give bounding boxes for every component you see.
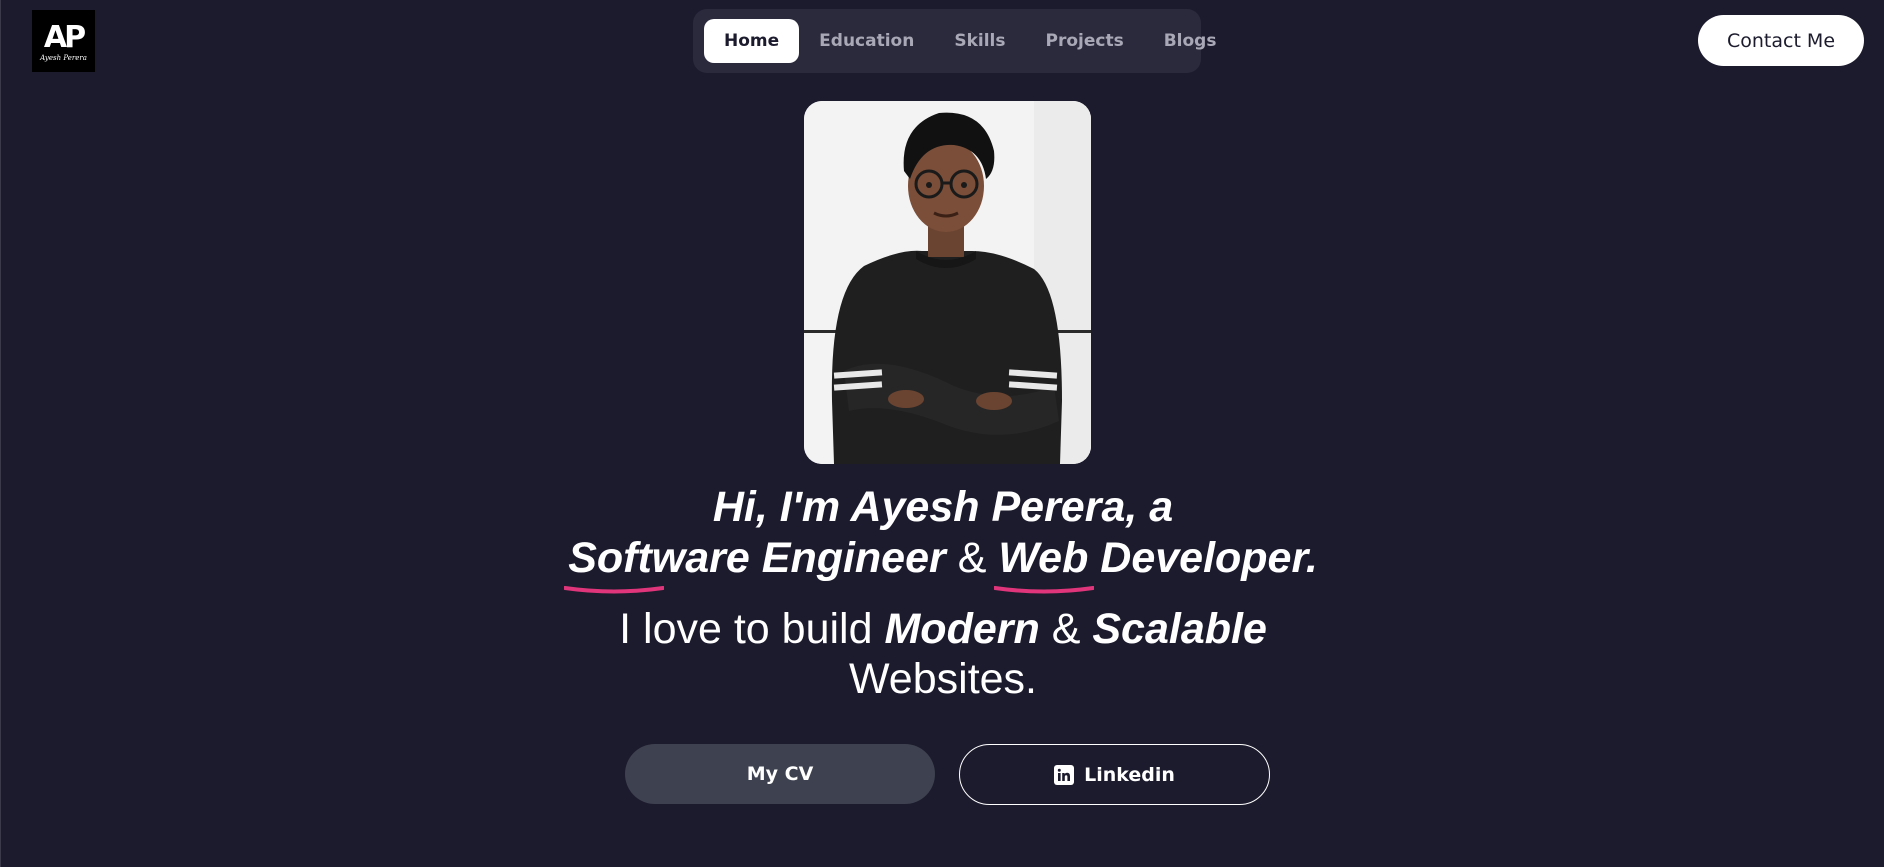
logo-mark: AP xyxy=(43,19,86,55)
role-web-developer-text: Web Developer. xyxy=(998,534,1318,582)
my-cv-button[interactable]: My CV xyxy=(625,744,935,804)
logo[interactable]: AP Ayesh Perera xyxy=(32,10,95,72)
linkedin-button[interactable]: Linkedin xyxy=(959,744,1270,805)
role-software-engineer: Software Engineer xyxy=(568,533,946,584)
logo-signature: Ayesh Perera xyxy=(40,53,87,62)
tagline-modern: Modern xyxy=(884,605,1040,653)
hero-ampersand: & xyxy=(957,534,987,582)
underline-squiggle xyxy=(564,582,664,598)
hero-intro: Hi, I'm Ayesh Perera, a xyxy=(712,483,1174,531)
nav-item-projects[interactable]: Projects xyxy=(1025,19,1143,63)
page: AP Ayesh Perera Home Education Skills Pr… xyxy=(0,0,1884,867)
tagline-suffix: Websites. xyxy=(849,655,1037,703)
hero-tagline: I love to build Modern & Scalable Websit… xyxy=(1,604,1884,704)
nav-item-education[interactable]: Education xyxy=(799,19,934,63)
tagline-ampersand: & xyxy=(1051,605,1081,653)
profile-photo-illustration xyxy=(804,101,1091,464)
contact-me-button[interactable]: Contact Me xyxy=(1698,15,1864,66)
role-web-developer: Web Developer. xyxy=(998,533,1318,584)
nav-item-blogs[interactable]: Blogs xyxy=(1144,19,1237,63)
linkedin-label: Linkedin xyxy=(1084,763,1175,786)
main-nav: Home Education Skills Projects Blogs xyxy=(693,9,1216,73)
profile-photo xyxy=(804,101,1091,464)
role-software-engineer-text: Software Engineer xyxy=(568,534,946,582)
nav-item-skills[interactable]: Skills xyxy=(934,19,1025,63)
linkedin-icon xyxy=(1054,764,1075,785)
hero-headline: Hi, I'm Ayesh Perera, a Software Enginee… xyxy=(1,482,1884,584)
tagline-prefix: I love to build xyxy=(619,605,873,653)
tagline-scalable: Scalable xyxy=(1092,605,1267,653)
nav-item-home[interactable]: Home xyxy=(704,19,800,63)
underline-squiggle xyxy=(994,582,1094,598)
